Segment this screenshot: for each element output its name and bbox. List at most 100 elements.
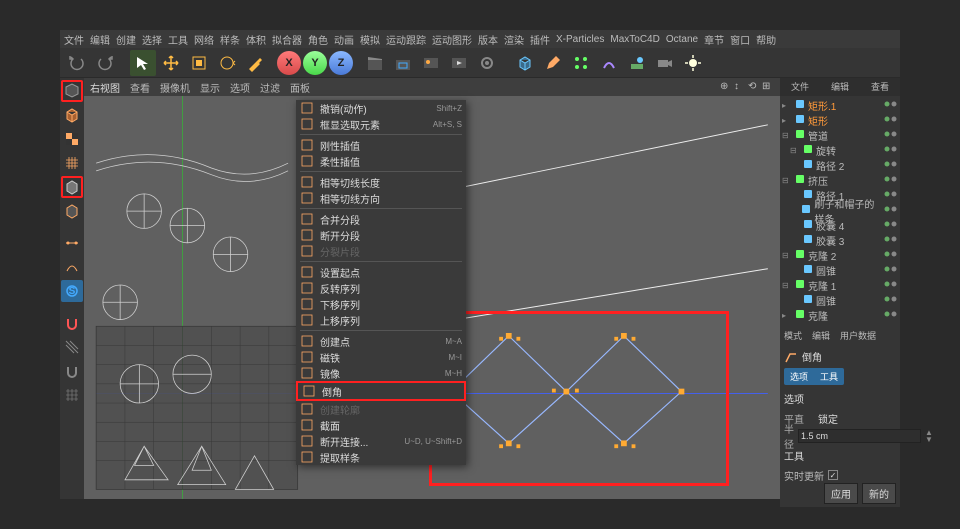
- workplane-button[interactable]: [61, 152, 83, 174]
- render-region-button[interactable]: [390, 50, 416, 76]
- anim2-button[interactable]: [474, 50, 500, 76]
- texture-mode-button[interactable]: [61, 128, 83, 150]
- magnet-button[interactable]: [61, 312, 83, 334]
- object-mode-button[interactable]: [61, 176, 83, 198]
- tree-item[interactable]: 路径 2: [782, 158, 898, 173]
- visibility-dots[interactable]: [884, 145, 898, 156]
- menu-plugins[interactable]: 插件: [530, 32, 550, 47]
- visibility-dots[interactable]: [884, 265, 898, 276]
- tree-item[interactable]: 圆锥: [782, 263, 898, 278]
- tree-item[interactable]: 刷子和帽子的样条: [782, 203, 898, 218]
- attr-subtab-options[interactable]: 选项: [784, 368, 814, 385]
- x-axis-button[interactable]: X: [277, 51, 301, 75]
- attr-realtime-checkbox[interactable]: ✓: [828, 470, 838, 480]
- vp-tab-view[interactable]: 查看: [130, 80, 150, 95]
- vp-tab-filter[interactable]: 过滤: [260, 80, 280, 95]
- array-button[interactable]: [568, 50, 594, 76]
- ctx-item-tan[interactable]: 相等切线长度: [296, 174, 466, 190]
- vp-nav-icon[interactable]: ↕: [734, 81, 746, 93]
- visibility-dots[interactable]: [884, 220, 898, 231]
- ctx-item-pt[interactable]: 创建点M~A: [296, 333, 466, 349]
- ctx-item-sec[interactable]: 截面: [296, 417, 466, 433]
- y-axis-button[interactable]: Y: [303, 51, 327, 75]
- visibility-dots[interactable]: [884, 190, 898, 201]
- deform-button[interactable]: [596, 50, 622, 76]
- ctx-item-213[interactable]: 设置起点: [296, 264, 466, 280]
- spinner-icon[interactable]: ▲▼: [925, 429, 933, 443]
- menu-maxtoc4d[interactable]: MaxToC4D: [610, 34, 659, 45]
- ctx-item-213b[interactable]: 下移序列: [296, 296, 466, 312]
- menu-version[interactable]: 版本: [478, 32, 498, 47]
- tree-item[interactable]: ⊟克隆 1: [782, 278, 898, 293]
- ctx-item-split[interactable]: 断开分段: [296, 227, 466, 243]
- menu-char[interactable]: 角色: [308, 32, 328, 47]
- menu-volume[interactable]: 体积: [246, 32, 266, 47]
- magnet2-button[interactable]: [61, 360, 83, 382]
- menu-sim2[interactable]: 模拟: [360, 32, 380, 47]
- rp-tab-view[interactable]: 查看: [860, 78, 900, 96]
- visibility-dots[interactable]: [884, 160, 898, 171]
- tree-item[interactable]: ⊟挤压: [782, 173, 898, 188]
- anim-button[interactable]: [446, 50, 472, 76]
- pen-button[interactable]: [540, 50, 566, 76]
- vp-nav-icon[interactable]: ⊕: [720, 81, 732, 93]
- object-tree[interactable]: ▸矩形.1▸矩形⊟管道⊟旋转 路径 2⊟挤压 路径 1 刷子和帽子的样条 胶囊 …: [780, 96, 900, 325]
- menu-mesh[interactable]: 网络: [194, 32, 214, 47]
- light-button[interactable]: [680, 50, 706, 76]
- menu-edit[interactable]: 编辑: [90, 32, 110, 47]
- tree-item[interactable]: ⊟旋转: [782, 143, 898, 158]
- visibility-dots[interactable]: [884, 295, 898, 306]
- polys-mode-button[interactable]: S: [61, 280, 83, 302]
- menu-octane[interactable]: Octane: [666, 34, 698, 45]
- vp-tab-options[interactable]: 选项: [230, 80, 250, 95]
- undo-button[interactable]: [64, 50, 90, 76]
- menu-anim[interactable]: 动画: [334, 32, 354, 47]
- menu-mograph[interactable]: 运动图形: [432, 32, 472, 47]
- z-axis-button[interactable]: Z: [329, 51, 353, 75]
- attr-tab-edit[interactable]: 编辑: [812, 329, 830, 345]
- camera-button[interactable]: [652, 50, 678, 76]
- visibility-dots[interactable]: [884, 250, 898, 261]
- attr-tab-mode[interactable]: 模式: [784, 329, 802, 345]
- picture-viewer-button[interactable]: [418, 50, 444, 76]
- tree-item[interactable]: ⊟管道: [782, 128, 898, 143]
- menu-chapter[interactable]: 章节: [704, 32, 724, 47]
- vp-nav-icon[interactable]: ⊞: [762, 81, 774, 93]
- render-button[interactable]: [362, 50, 388, 76]
- points-mode-button[interactable]: [61, 232, 83, 254]
- vp-tab-camera[interactable]: 摄像机: [160, 80, 190, 95]
- ctx-item-frame[interactable]: 框显选取元素Alt+S, S: [296, 116, 466, 132]
- rp-tab-edit[interactable]: 编辑: [820, 78, 860, 96]
- menu-tools[interactable]: 工具: [168, 32, 188, 47]
- menu-spline[interactable]: 样条: [220, 32, 240, 47]
- visibility-dots[interactable]: [884, 130, 898, 141]
- last-tool-button[interactable]: [242, 50, 268, 76]
- tree-item[interactable]: ▸克隆: [782, 308, 898, 323]
- move-button[interactable]: [158, 50, 184, 76]
- visibility-dots[interactable]: [884, 310, 898, 321]
- ctx-item-interp[interactable]: 刚性插值: [296, 137, 466, 153]
- ctx-item-231[interactable]: 上移序列: [296, 312, 466, 328]
- ctx-item-out[interactable]: 创建轮廓: [296, 401, 466, 417]
- attr-flat-value[interactable]: 锁定: [818, 411, 838, 426]
- visibility-dots[interactable]: [884, 280, 898, 291]
- tree-item[interactable]: ⊟克隆 2: [782, 248, 898, 263]
- ctx-item-123[interactable]: 反转序列: [296, 280, 466, 296]
- snap-button[interactable]: [61, 336, 83, 358]
- attr-apply-button[interactable]: 应用: [824, 483, 858, 504]
- ctx-item-ext[interactable]: 提取样条: [296, 449, 466, 465]
- vp-tab-display[interactable]: 显示: [200, 80, 220, 95]
- ctx-item-tan2[interactable]: 相等切线方向: [296, 190, 466, 206]
- vp-nav-icon[interactable]: ⟲: [748, 81, 760, 93]
- tree-item[interactable]: ▸矩形.1: [782, 98, 898, 113]
- live-selection-button[interactable]: [130, 50, 156, 76]
- attr-tab-user[interactable]: 用户数据: [840, 329, 876, 345]
- ctx-item-disc[interactable]: 断开连接...U~D, U~Shift+D: [296, 433, 466, 449]
- rotate-button[interactable]: [214, 50, 240, 76]
- scale-button[interactable]: [186, 50, 212, 76]
- object2-mode-button[interactable]: [61, 200, 83, 222]
- ctx-item-interp2[interactable]: 柔性插值: [296, 153, 466, 169]
- ctx-item-bev[interactable]: 倒角: [296, 381, 466, 401]
- rp-tab-file[interactable]: 文件: [780, 78, 820, 96]
- visibility-dots[interactable]: [884, 205, 898, 216]
